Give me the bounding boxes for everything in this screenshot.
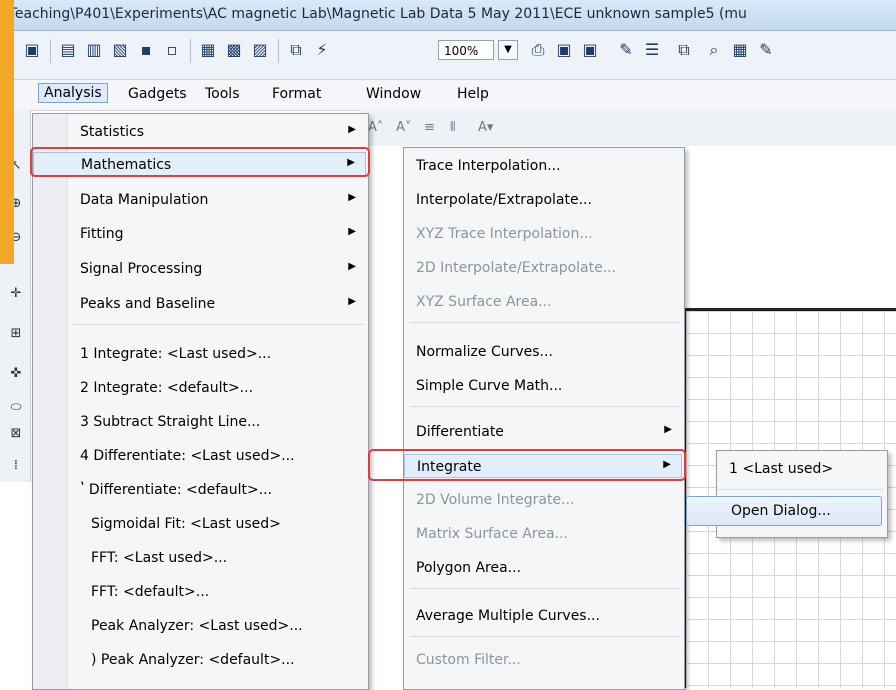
region-icon[interactable]: ⬭ — [8, 400, 24, 416]
menu-item-2d-volume-integrate[interactable]: 2D Volume Integrate... — [404, 488, 682, 512]
menu-item-custom-filter[interactable]: Custom Filter... — [404, 648, 682, 672]
menu-item-polygon-area[interactable]: Polygon Area... — [404, 556, 682, 580]
open-template-icon[interactable]: ▥ — [84, 40, 104, 60]
highlight-outline — [368, 449, 686, 481]
menu-item-average-multiple-curves[interactable]: Average Multiple Curves... — [404, 604, 682, 628]
code-builder-icon[interactable]: ✎ — [756, 40, 776, 60]
zoom-input[interactable]: 100% — [438, 40, 494, 60]
display-icon[interactable]: ▣ — [554, 40, 574, 60]
menu-item-peak-analyzer-last-used[interactable]: Peak Analyzer: <Last used>... — [33, 614, 366, 638]
toolbar-separator — [50, 39, 51, 63]
draw-data-icon[interactable]: ⊞ — [8, 326, 24, 342]
menu-tools[interactable]: Tools — [205, 86, 240, 102]
menu-item-xyz-trace-interpolation[interactable]: XYZ Trace Interpolation... — [404, 222, 682, 246]
results-log-icon[interactable]: ☰ — [642, 40, 662, 60]
new-project-icon[interactable]: ▣ — [22, 40, 42, 60]
menu-item-integrate-last-used[interactable]: 1 Integrate: <Last used>... — [33, 342, 366, 366]
format-toolbar: A˄ A˅ ≡ ⫴ A▾ — [360, 110, 896, 146]
menu-separator — [410, 588, 680, 589]
mathematics-submenu: Trace Interpolation... Interpolate/Extra… — [403, 147, 685, 690]
save-template-icon[interactable]: ▫ — [162, 40, 182, 60]
menu-item-peaks-and-baseline[interactable]: Peaks and Baseline ▶ — [33, 292, 366, 316]
toolbar-separator — [278, 39, 279, 63]
worksheet-icon[interactable]: ▦ — [730, 40, 750, 60]
menu-item-differentiate[interactable]: Differentiate ▶ — [404, 420, 682, 444]
menu-item-subtract-straight-line[interactable]: 3 Subtract Straight Line... — [33, 410, 366, 434]
submenu-arrow-icon: ▶ — [664, 424, 672, 435]
print-icon[interactable]: ⎙ — [528, 40, 548, 60]
standard-toolbar: ▣ ▤ ▥ ▧ ▪ ▫ ▦ ▩ ▨ ⧉ ⚡ 100% ▼ ⎙ ▣ ▣ ✎ ☰ ⧉… — [0, 31, 896, 80]
menu-item-sigmoidal-fit[interactable]: Sigmoidal Fit: <Last used> — [33, 512, 366, 536]
menu-item-fitting[interactable]: Fitting ▶ — [33, 222, 366, 246]
analysis-menu: Statistics ▶ Mathematics ▶ Data Manipulati… — [32, 113, 369, 690]
menu-analysis[interactable]: Analysis — [38, 83, 108, 103]
text-tool-icon[interactable]: ⁞ — [8, 458, 24, 474]
notes-icon[interactable]: ✎ — [616, 40, 636, 60]
menu-bar: Analysis Gadgets Tools Format Window Hel… — [0, 80, 896, 111]
menu-item-fft-default[interactable]: FFT: <default>... — [33, 580, 366, 604]
save-icon[interactable]: ▪ — [136, 40, 156, 60]
accent-bar — [0, 0, 14, 264]
import-multiple-icon[interactable]: ▨ — [250, 40, 270, 60]
menu-separator — [410, 406, 680, 407]
project-explorer-icon[interactable]: ⧉ — [674, 40, 694, 60]
slide-show-icon[interactable]: ▣ — [580, 40, 600, 60]
menu-item-xyz-surface-area[interactable]: XYZ Surface Area... — [404, 290, 682, 314]
data-reader-icon[interactable]: ✛ — [8, 286, 24, 302]
screen-reader-icon[interactable]: ✜ — [8, 366, 24, 382]
menu-separator — [410, 322, 680, 323]
submenu-arrow-icon: ▶ — [348, 296, 356, 307]
spacing-icon[interactable]: ⫴ — [450, 120, 455, 135]
menu-format[interactable]: Format — [272, 86, 321, 102]
title-bar: \Teaching\P401\Experiments\AC magnetic L… — [0, 0, 896, 31]
menu-gadgets[interactable]: Gadgets — [128, 86, 187, 102]
menu-item-differentiate-last-used[interactable]: 4 Differentiate: <Last used>... — [33, 444, 366, 468]
menu-item-signal-processing[interactable]: Signal Processing ▶ — [33, 257, 366, 281]
menu-item-2d-interpolate-extrapolate[interactable]: 2D Interpolate/Extrapolate... — [404, 256, 682, 280]
mask-icon[interactable]: ⊠ — [8, 426, 24, 442]
menu-item-fft-last-used[interactable]: FFT: <Last used>... — [33, 546, 366, 570]
menu-help[interactable]: Help — [457, 86, 489, 102]
menu-item-data-manipulation[interactable]: Data Manipulation ▶ — [33, 188, 366, 212]
magnifier-icon[interactable]: ⌕ — [704, 40, 724, 60]
submenu-arrow-icon: ▶ — [348, 124, 356, 135]
workspace-blank — [0, 482, 30, 688]
menu-item-interpolate-extrapolate[interactable]: Interpolate/Extrapolate... — [404, 188, 682, 212]
menu-separator — [73, 324, 364, 325]
menu-item-differentiate-default[interactable]: ʽ Differentiate: <default>... — [33, 478, 366, 502]
font-color-icon[interactable]: A▾ — [478, 120, 493, 135]
increase-font-icon[interactable]: A˄ — [368, 120, 383, 135]
submenu-arrow-icon: ▶ — [348, 226, 356, 237]
menu-separator — [410, 636, 680, 637]
open-excel-icon[interactable]: ▧ — [110, 40, 130, 60]
decrease-font-icon[interactable]: A˅ — [396, 120, 411, 135]
window-title: \Teaching\P401\Experiments\AC magnetic L… — [4, 6, 747, 22]
menu-item-trace-interpolation[interactable]: Trace Interpolation... — [404, 154, 682, 178]
recalculate-icon[interactable]: ⧉ — [286, 40, 306, 60]
submenu-arrow-icon: ▶ — [348, 192, 356, 203]
menu-item-simple-curve-math[interactable]: Simple Curve Math... — [404, 374, 682, 398]
menu-item-peak-analyzer-default[interactable]: ) Peak Analyzer: <default>... — [33, 648, 366, 672]
menu-item-normalize-curves[interactable]: Normalize Curves... — [404, 340, 682, 364]
menu-item-matrix-surface-area[interactable]: Matrix Surface Area... — [404, 522, 682, 546]
menu-item-statistics[interactable]: Statistics ▶ — [33, 120, 366, 144]
import-ascii-icon[interactable]: ▩ — [224, 40, 244, 60]
menu-separator — [717, 489, 883, 490]
open-dialog-label: Open Dialog... — [731, 503, 831, 519]
open-dialog-item[interactable]: Open Dialog... — [686, 496, 882, 526]
align-icon[interactable]: ≡ — [424, 120, 435, 135]
run-icon[interactable]: ⚡ — [312, 40, 332, 60]
highlight-outline — [30, 147, 370, 177]
menu-window[interactable]: Window — [366, 86, 421, 102]
submenu-arrow-icon: ▶ — [348, 261, 356, 272]
menu-item-integrate-last-used-sub[interactable]: 1 <Last used> — [717, 457, 885, 481]
open-icon[interactable]: ▤ — [58, 40, 78, 60]
import-icon[interactable]: ▦ — [198, 40, 218, 60]
toolbar-separator — [190, 39, 191, 63]
menu-item-integrate-default[interactable]: 2 Integrate: <default>... — [33, 376, 366, 400]
chevron-down-icon[interactable]: ▼ — [498, 40, 518, 60]
